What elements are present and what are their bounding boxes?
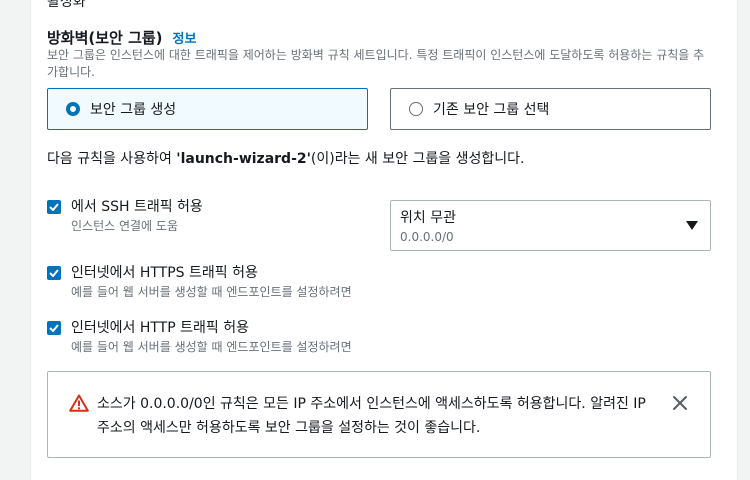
previous-section-label: 활성화 bbox=[47, 0, 86, 10]
http-checkbox[interactable] bbox=[47, 321, 61, 335]
https-sublabel: 예를 들어 웹 서버를 생성할 때 엔드포인트를 설정하려면 bbox=[71, 285, 352, 299]
rule-sentence-prefix: 다음 규칙을 사용하여 bbox=[47, 151, 177, 167]
ssh-checkbox[interactable] bbox=[47, 200, 61, 214]
https-checkbox[interactable] bbox=[47, 266, 61, 280]
warning-alert-text: 소스가 0.0.0.0/0인 규칙은 모든 IP 주소에서 인스턴스에 액세스하… bbox=[97, 396, 646, 436]
radio-unselected-icon[interactable] bbox=[409, 102, 423, 116]
ssh-source-cidr: 0.0.0.0/0 bbox=[400, 230, 454, 244]
security-group-name: 'launch-wizard-2' bbox=[176, 151, 311, 167]
checkmark-icon bbox=[49, 269, 59, 277]
rule-https: 인터넷에서 HTTPS 트래픽 허용 예를 들어 웹 서버를 생성할 때 엔드포… bbox=[47, 264, 352, 301]
rule-ssh: 에서 SSH 트래픽 허용 인스턴스 연결에 도움 bbox=[47, 198, 203, 235]
create-security-group-option[interactable]: 보안 그룹 생성 bbox=[47, 88, 368, 130]
http-sublabel: 예를 들어 웹 서버를 생성할 때 엔드포인트를 설정하려면 bbox=[71, 340, 352, 354]
section-title-text: 방화벽(보안 그룹) bbox=[47, 29, 163, 47]
http-label: 인터넷에서 HTTP 트래픽 허용 bbox=[71, 320, 249, 336]
create-security-group-label: 보안 그룹 생성 bbox=[90, 102, 177, 118]
close-icon[interactable] bbox=[672, 395, 688, 415]
section-description: 보안 그룹은 인스턴스에 대한 트래픽을 제어하는 방화벽 규칙 세트입니다. … bbox=[47, 48, 705, 79]
info-link[interactable]: 정보 bbox=[173, 28, 197, 47]
rule-sentence-suffix: (이)라는 새 보안 그룹을 생성합니다. bbox=[310, 151, 525, 167]
radio-selected-icon[interactable] bbox=[66, 102, 80, 116]
https-label: 인터넷에서 HTTPS 트래픽 허용 bbox=[71, 265, 258, 281]
ssh-source-select[interactable]: 위치 무관 0.0.0.0/0 bbox=[390, 200, 711, 251]
rule-sentence: 다음 규칙을 사용하여 'launch-wizard-2'(이)라는 새 보안 … bbox=[47, 148, 524, 168]
ssh-label: 에서 SSH 트래픽 허용 bbox=[71, 199, 203, 215]
caret-down-icon bbox=[686, 221, 698, 230]
select-existing-security-group-label: 기존 보안 그룹 선택 bbox=[433, 102, 550, 118]
ssh-sublabel: 인스턴스 연결에 도움 bbox=[71, 219, 178, 233]
checkmark-icon bbox=[49, 203, 59, 211]
checkmark-icon bbox=[49, 324, 59, 332]
ssh-source-value: 위치 무관 bbox=[400, 210, 456, 226]
section-title: 방화벽(보안 그룹) 정보 bbox=[47, 27, 196, 48]
warning-icon bbox=[69, 394, 89, 416]
rule-http: 인터넷에서 HTTP 트래픽 허용 예를 들어 웹 서버를 생성할 때 엔드포인… bbox=[47, 319, 352, 356]
warning-alert: 소스가 0.0.0.0/0인 규칙은 모든 IP 주소에서 인스턴스에 액세스하… bbox=[47, 371, 711, 458]
select-existing-security-group-option[interactable]: 기존 보안 그룹 선택 bbox=[390, 88, 711, 130]
